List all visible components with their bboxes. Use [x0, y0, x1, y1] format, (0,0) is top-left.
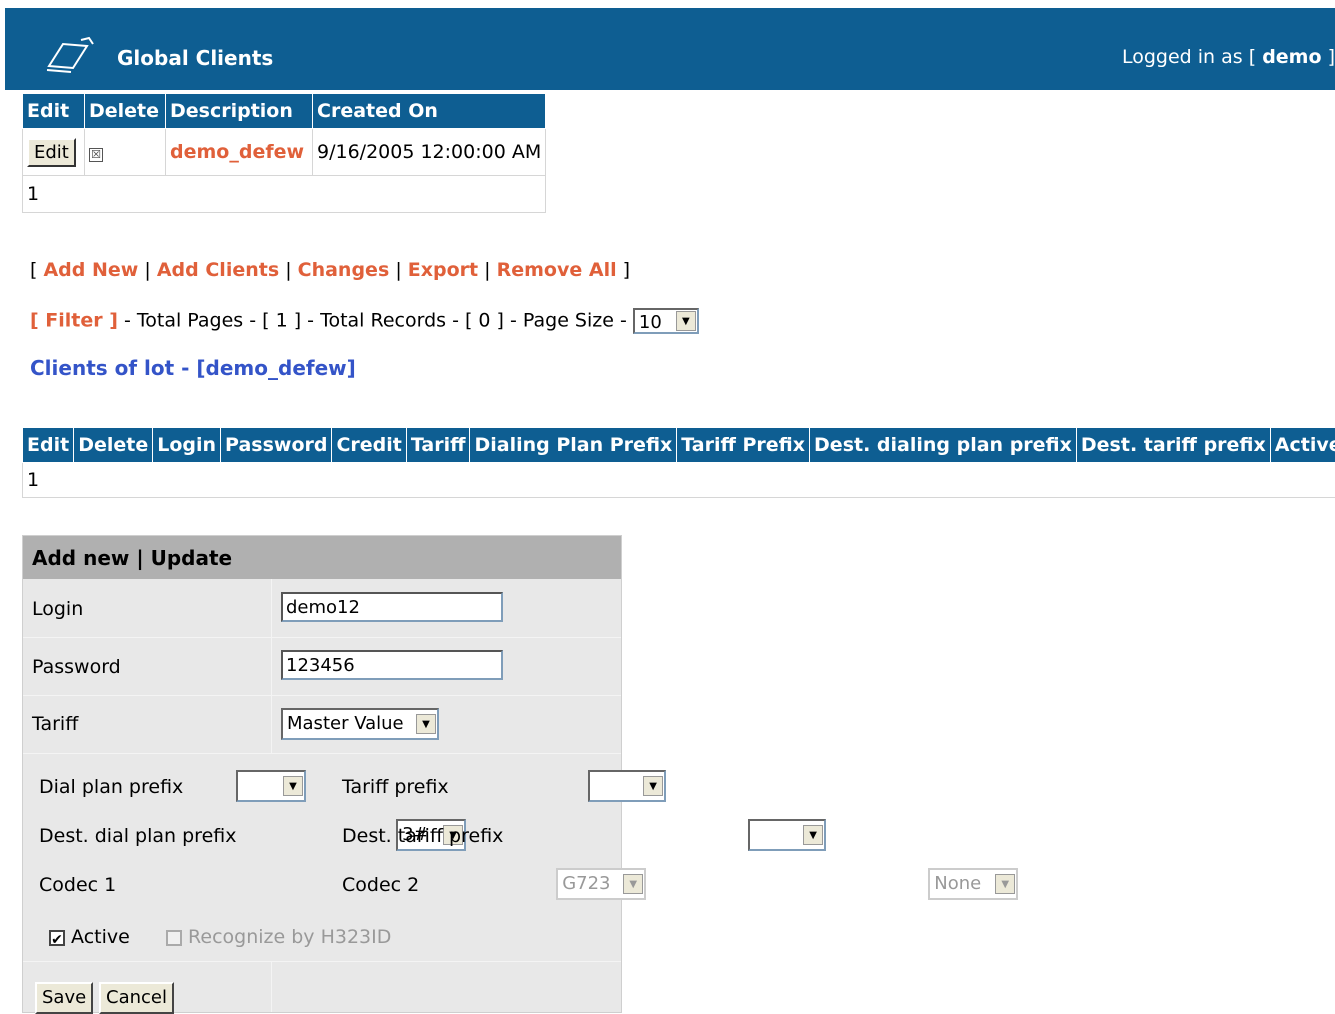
codec2-select[interactable]: None ▼: [928, 868, 1018, 900]
dest-tariff-prefix-label: Dest. tariff prefix: [342, 825, 503, 847]
dial-plan-prefix-select[interactable]: ▼: [236, 770, 306, 802]
codec1-select[interactable]: G723 ▼: [556, 868, 646, 900]
chevron-down-icon: ▼: [416, 714, 436, 734]
logged-in-user: demo: [1262, 46, 1321, 68]
top-header-bar: Global Clients Logged in as [ demo ]: [5, 8, 1335, 90]
cancel-button[interactable]: Cancel: [99, 982, 174, 1014]
separator: |: [484, 259, 490, 281]
separator: |: [395, 259, 401, 281]
lots-pager-row: 1: [23, 176, 546, 213]
col-header-login: Login: [153, 428, 221, 463]
recognize-label: Recognize by H323ID: [188, 926, 391, 948]
login-row: Login: [23, 579, 621, 638]
tariff-row: Tariff Master Value ▼: [23, 695, 621, 754]
add-update-form: Add new | Update Login Password Tariff M…: [22, 535, 622, 1013]
login-label: Login: [32, 598, 83, 620]
app-title: Global Clients: [117, 46, 273, 70]
totals-text: - Total Pages - [ 1 ] - Total Records - …: [124, 310, 627, 332]
col-header-dialing-plan-prefix: Dialing Plan Prefix: [470, 428, 677, 463]
form-header-label: Add new | Update: [32, 546, 232, 570]
tariff-prefix-select[interactable]: ▼: [588, 770, 666, 802]
bracket-open: [: [30, 259, 37, 281]
bracket-close: ]: [623, 259, 630, 281]
col-header-tariff-prefix: Tariff Prefix: [677, 428, 810, 463]
logged-in-suffix: ]: [1328, 46, 1335, 68]
password-input[interactable]: [281, 650, 503, 680]
clients-table: Edit Delete Login Password Credit Tariff…: [22, 427, 1335, 498]
col-header-edit: Edit: [23, 94, 85, 129]
form-divider: [23, 961, 621, 962]
col-header-active: Active: [1270, 428, 1335, 463]
dial-plan-prefix-label: Dial plan prefix: [39, 776, 183, 798]
clients-page-number[interactable]: 1: [23, 463, 1335, 498]
lots-table: Edit Delete Description Created On Edit …: [22, 93, 546, 213]
pager-line: [ Filter ] - Total Pages - [ 1 ] - Total…: [30, 308, 699, 334]
tariff-label: Tariff: [32, 713, 78, 735]
col-header-password: Password: [221, 428, 332, 463]
col-header-credit: Credit: [332, 428, 406, 463]
created-on-cell: 9/16/2005 12:00:00 AM: [313, 129, 546, 176]
changes-link[interactable]: Changes: [298, 259, 390, 281]
add-new-link[interactable]: Add New: [43, 259, 138, 281]
column-divider: [271, 961, 272, 1012]
col-header-delete: Delete: [74, 428, 153, 463]
col-header-edit: Edit: [23, 428, 74, 463]
col-header-dest-tariff-prefix: Dest. tariff prefix: [1076, 428, 1270, 463]
logged-in-prefix: Logged in as [: [1122, 46, 1256, 68]
codec2-label: Codec 2: [342, 874, 419, 896]
chevron-down-icon: ▼: [283, 776, 303, 796]
recognize-h323id-checkbox[interactable]: [166, 930, 182, 946]
codec1-label: Codec 1: [39, 874, 116, 896]
filter-link[interactable]: [ Filter ]: [30, 310, 118, 332]
save-button[interactable]: Save: [35, 982, 93, 1014]
chevron-down-icon: ▼: [676, 311, 696, 331]
clients-pager-row: 1: [23, 463, 1335, 498]
remove-all-link[interactable]: Remove All: [497, 259, 617, 281]
codec1-value: G723: [562, 873, 610, 894]
table-row: Edit ☒ demo_defew 9/16/2005 12:00:00 AM: [23, 129, 546, 176]
chevron-down-icon: ▼: [623, 874, 643, 894]
clients-table-header: Edit Delete Login Password Credit Tariff…: [23, 428, 1335, 463]
login-input[interactable]: [281, 592, 503, 622]
chevron-down-icon: ▼: [803, 825, 823, 845]
tariff-select[interactable]: Master Value ▼: [281, 708, 439, 740]
dest-dial-plan-prefix-label: Dest. dial plan prefix: [39, 825, 236, 847]
codec2-value: None: [934, 873, 981, 894]
lots-page-number[interactable]: 1: [23, 176, 546, 213]
col-header-tariff: Tariff: [406, 428, 470, 463]
delete-icon[interactable]: ☒: [89, 148, 103, 162]
edit-button[interactable]: Edit: [27, 138, 76, 167]
active-checkbox[interactable]: ✔: [49, 930, 65, 946]
separator: |: [285, 259, 291, 281]
col-header-delete: Delete: [85, 94, 166, 129]
page-size-select[interactable]: 10 ▼: [633, 308, 699, 334]
notepad-pen-icon: [43, 36, 95, 76]
form-header: Add new | Update: [23, 536, 621, 579]
lots-table-header: Edit Delete Description Created On: [23, 94, 546, 129]
dest-tariff-prefix-select[interactable]: ▼: [748, 819, 826, 851]
col-header-created-on: Created On: [313, 94, 546, 129]
lot-description-link[interactable]: demo_defew: [170, 141, 304, 163]
active-label: Active: [71, 926, 130, 948]
password-row: Password: [23, 637, 621, 696]
action-links: [ Add New | Add Clients | Changes | Expo…: [30, 259, 630, 281]
chevron-down-icon: ▼: [995, 874, 1015, 894]
separator: |: [144, 259, 150, 281]
password-label: Password: [32, 656, 121, 678]
tariff-prefix-label: Tariff prefix: [342, 776, 449, 798]
recognize-checkbox-group: Recognize by H323ID: [166, 926, 391, 948]
active-checkbox-group: ✔ Active: [49, 926, 130, 948]
clients-of-lot-title: Clients of lot - [demo_defew]: [30, 356, 356, 380]
chevron-down-icon: ▼: [643, 776, 663, 796]
col-header-dest-dialing-plan-prefix: Dest. dialing plan prefix: [810, 428, 1077, 463]
col-header-description: Description: [166, 94, 313, 129]
tariff-select-value: Master Value: [287, 713, 404, 734]
login-info: Logged in as [ demo ]: [1122, 46, 1335, 68]
export-link[interactable]: Export: [408, 259, 478, 281]
page-size-value: 10: [639, 312, 662, 333]
add-clients-link[interactable]: Add Clients: [157, 259, 279, 281]
